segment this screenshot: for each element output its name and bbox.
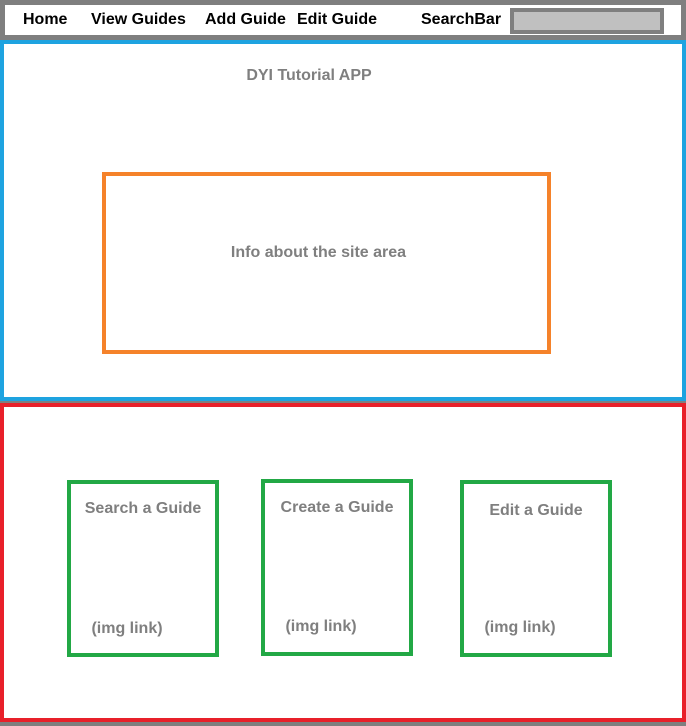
create-guide-card[interactable]: Create a Guide (img link) xyxy=(261,479,413,656)
site-info-area: Info about the site area xyxy=(102,172,551,354)
nav-inner: Home View Guides Add Guide Edit Guide Se… xyxy=(5,5,681,35)
search-input[interactable] xyxy=(510,8,664,34)
card-img-link[interactable]: (img link) xyxy=(265,618,377,636)
card-img-link[interactable]: (img link) xyxy=(71,620,183,638)
card-title: Search a Guide xyxy=(84,500,202,517)
search-guide-card[interactable]: Search a Guide (img link) xyxy=(67,480,219,657)
card-img-link[interactable]: (img link) xyxy=(464,619,576,637)
hero-section: DYI Tutorial APP Info about the site are… xyxy=(0,40,686,401)
nav-view-guides-link[interactable]: View Guides xyxy=(91,11,186,29)
site-info-text: Info about the site area xyxy=(230,244,407,261)
nav-add-guide-link[interactable]: Add Guide xyxy=(205,11,286,29)
card-title: Create a Guide xyxy=(280,499,394,516)
app-title: DYI Tutorial APP xyxy=(246,67,372,84)
edit-guide-card[interactable]: Edit a Guide (img link) xyxy=(460,480,612,657)
top-nav-bar: Home View Guides Add Guide Edit Guide Se… xyxy=(0,0,686,37)
nav-edit-guide-link[interactable]: Edit Guide xyxy=(297,11,377,29)
guide-cards-section: Search a Guide (img link) Create a Guide… xyxy=(0,403,686,722)
nav-home-link[interactable]: Home xyxy=(23,11,67,29)
card-title: Edit a Guide xyxy=(489,502,583,519)
search-bar-label: SearchBar xyxy=(421,11,502,28)
